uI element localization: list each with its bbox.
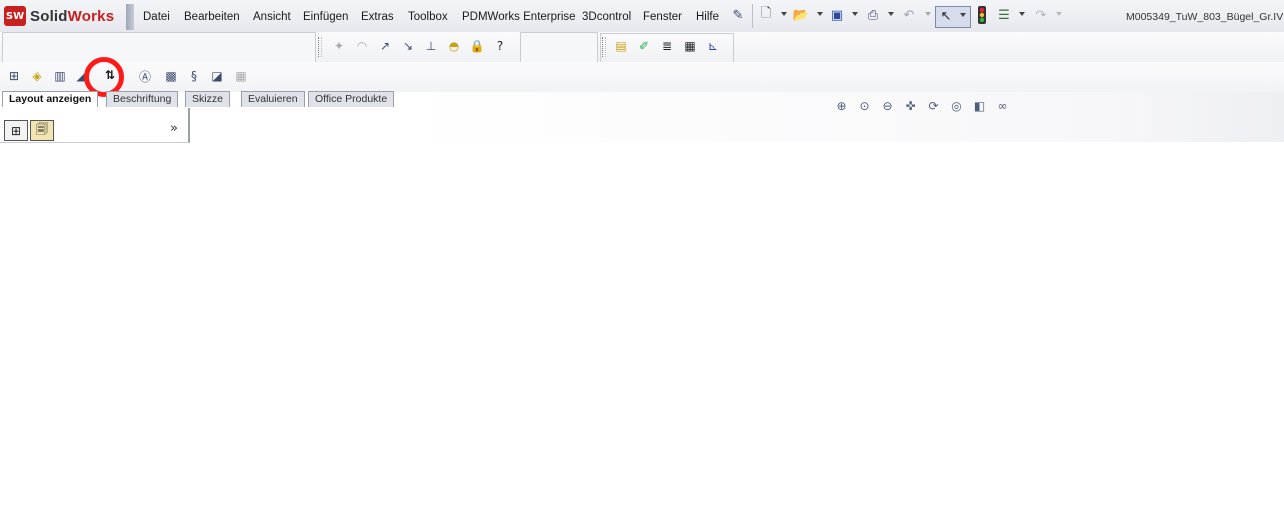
note-icon[interactable]: ◈ (28, 67, 46, 85)
table-icon[interactable]: ▦ (232, 67, 250, 85)
annotation-text-icon[interactable]: Ⓐ (136, 67, 154, 85)
menu-3dcontrol[interactable]: 3Dcontrol (582, 8, 631, 26)
print-dropdown-icon[interactable] (888, 12, 894, 16)
toolbar-separator (752, 4, 753, 28)
zoom-area-icon[interactable]: ⊙ (855, 97, 874, 115)
solidworks-logo[interactable]: SW SolidWorks (0, 2, 126, 30)
tab-evaluieren[interactable]: Evaluieren (241, 91, 305, 107)
pin-icon[interactable]: ✎ (729, 6, 747, 24)
save-icon[interactable]: ▣ (828, 6, 846, 24)
logo-separator (126, 4, 134, 30)
toolbar-panel-empty (2, 32, 316, 63)
tab-layout-anzeigen[interactable]: Layout anzeigen (2, 91, 99, 107)
zoom-out-icon[interactable]: ⊖ (878, 97, 897, 115)
zoom-fit-icon[interactable]: ⊕ (832, 97, 851, 115)
brand-prefix: Solid (30, 7, 68, 25)
menu-extras[interactable]: Extras (361, 8, 394, 26)
balloon-icon[interactable]: ◪ (208, 67, 226, 85)
tab-beschriftung[interactable]: Beschriftung (106, 91, 179, 107)
tab-office-produkte[interactable]: Office Produkte (308, 91, 395, 107)
property-manager-tab-icon[interactable]: 🗐 (30, 120, 54, 141)
dome-icon[interactable]: ◓ (445, 37, 463, 55)
view-orient-icon[interactable]: ◎ (947, 97, 966, 115)
traffic-light-icon[interactable] (973, 6, 991, 24)
hole-callout-icon[interactable]: ▩ (162, 67, 180, 85)
feature-tree-tab-icon[interactable]: ⊞ (4, 120, 28, 141)
point-icon[interactable]: ✦ (330, 37, 348, 55)
feature-manager-tabs: ⊞ 🗐 (4, 120, 56, 141)
logo-text: SolidWorks (30, 8, 114, 25)
redo-icon[interactable]: ↷ (1032, 6, 1050, 24)
bom-icon[interactable]: ▥ (51, 67, 69, 85)
document-title: M005349_TuW_803_Bügel_Gr.IV (1126, 11, 1284, 23)
menu-datei[interactable]: Datei (143, 8, 170, 26)
display-style-icon[interactable]: ◧ (970, 97, 989, 115)
lock-icon[interactable]: 🔒 (468, 37, 486, 55)
layer-toolbar-box (600, 33, 734, 63)
new-document-icon[interactable]: 🗋 (757, 6, 775, 24)
rotate-view-icon[interactable]: ⟳ (924, 97, 943, 115)
select-dropdown-icon[interactable] (960, 13, 966, 17)
save-dropdown-icon[interactable] (852, 12, 858, 16)
pan-icon[interactable]: ✜ (901, 97, 920, 115)
undo-icon[interactable]: ↶ (900, 6, 918, 24)
expand-panel-button[interactable]: » (170, 121, 178, 136)
menu-bearbeiten[interactable]: Bearbeiten (184, 8, 240, 26)
glasses-icon[interactable]: ∞ (993, 97, 1012, 115)
menu-fenster[interactable]: Fenster (643, 8, 682, 26)
brand-suffix: Works (67, 7, 115, 25)
baseline-icon[interactable]: ⊥ (422, 37, 440, 55)
menu-einfuegen[interactable]: Einfügen (303, 8, 348, 26)
options-dropdown-icon[interactable] (1019, 12, 1025, 16)
open-dropdown-icon[interactable] (817, 12, 823, 16)
logo-badge: SW (4, 6, 26, 26)
help-question-icon[interactable]: ? (491, 37, 509, 55)
menu-pdmworks[interactable]: PDMWorks Enterprise (462, 8, 576, 26)
toolbar-grip[interactable] (318, 37, 322, 57)
menu-ansicht[interactable]: Ansicht (253, 8, 291, 26)
open-folder-icon[interactable]: 📂 (792, 6, 810, 24)
options-icon[interactable]: ☰ (995, 6, 1013, 24)
arc-icon[interactable]: ◠ (353, 37, 371, 55)
heads-up-view-toolbar: ⊕ ⊙ ⊖ ✜ ⟳ ◎ ◧ ∞ (832, 97, 1012, 115)
spring-icon[interactable]: § (185, 67, 203, 85)
select-pointer-icon: ↖ (940, 8, 952, 24)
tab-skizze[interactable]: Skizze (185, 91, 230, 107)
toolbar-panel-empty-2 (520, 32, 598, 63)
menu-hilfe[interactable]: Hilfe (696, 8, 719, 26)
print-icon[interactable]: ⎙ (864, 6, 882, 24)
redo-dropdown-icon[interactable] (1056, 12, 1062, 16)
diagonal-arrow-icon[interactable]: ↘ (399, 37, 417, 55)
line-arrow-icon[interactable]: ↗ (376, 37, 394, 55)
model-view-icon[interactable]: ⊞ (5, 67, 23, 85)
new-dropdown-icon[interactable] (781, 12, 787, 16)
undo-dropdown-icon[interactable] (925, 12, 931, 16)
menu-toolbox[interactable]: Toolbox (408, 8, 448, 26)
